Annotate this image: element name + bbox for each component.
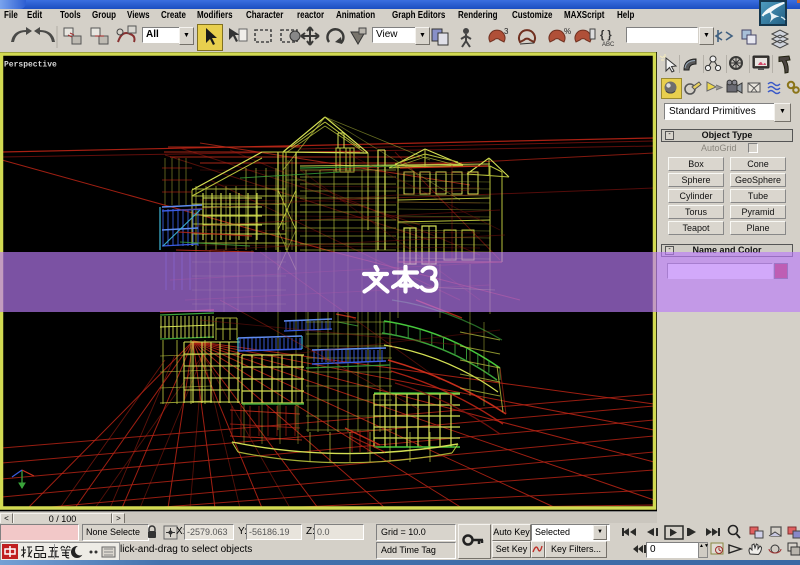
svg-text:Perspective: Perspective — [4, 61, 57, 70]
svg-text:%: % — [564, 27, 571, 36]
svg-text:3: 3 — [504, 27, 509, 36]
svg-text:ABC: ABC — [602, 42, 615, 48]
svg-text:{ }: { } — [600, 29, 612, 41]
